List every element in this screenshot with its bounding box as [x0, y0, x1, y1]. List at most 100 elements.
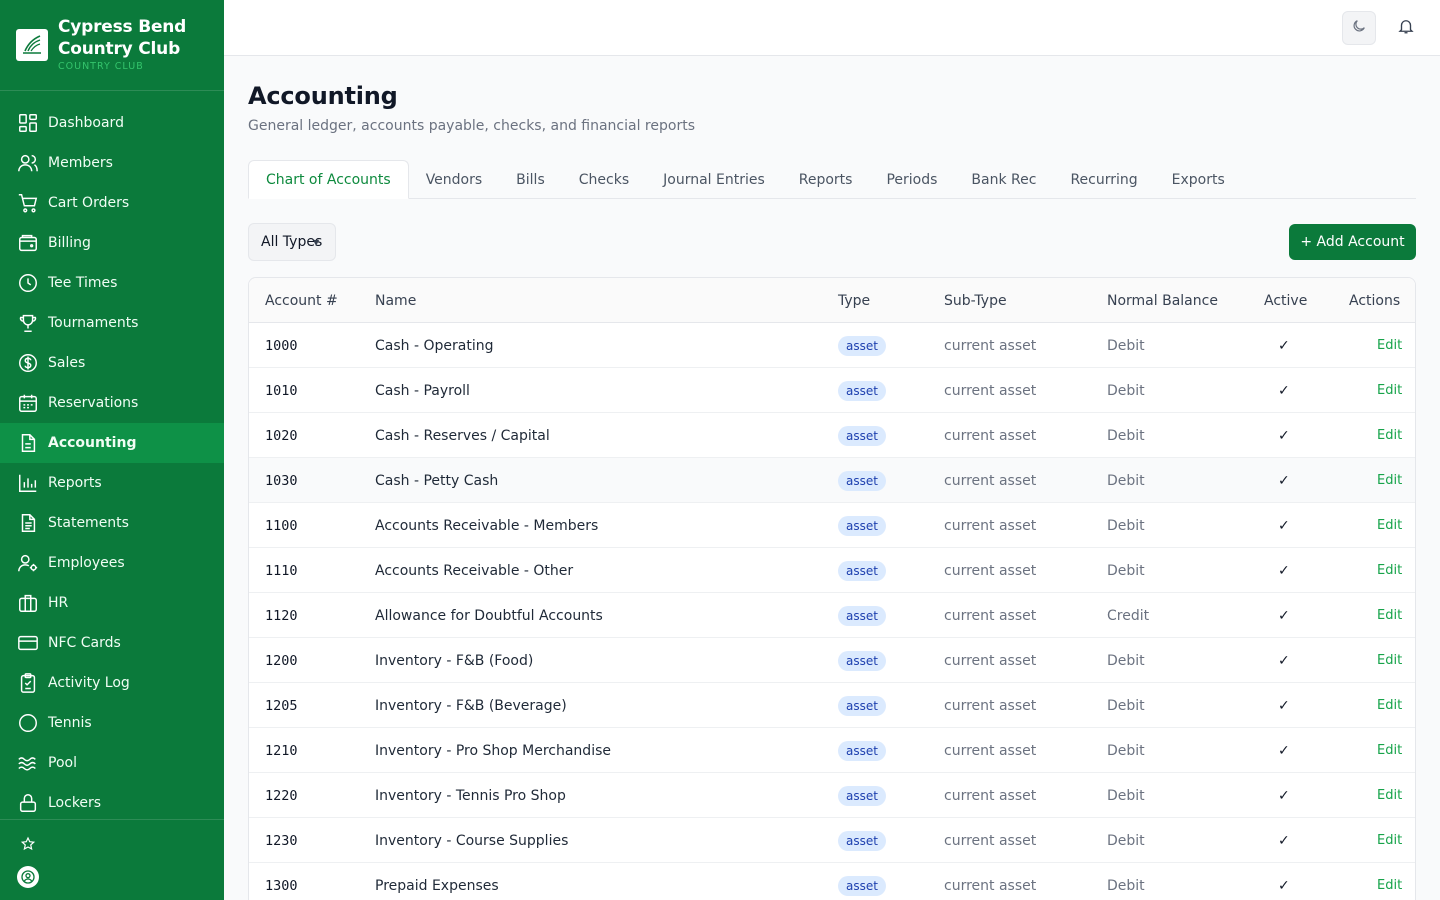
table-row[interactable]: 1120 Allowance for Doubtful Accounts asset…: [249, 593, 1415, 638]
type-filter-select[interactable]: All Types ▼: [248, 223, 336, 261]
sidebar-item-members[interactable]: Members: [0, 143, 224, 183]
account-name: Cash - Petty Cash: [375, 472, 499, 489]
edit-button[interactable]: Edit: [1377, 683, 1402, 728]
normal-balance: Debit: [1107, 427, 1145, 444]
table-row[interactable]: 1230 Inventory - Course Supplies asset curr…: [249, 818, 1415, 863]
table-row[interactable]: 1205 Inventory - F&B (Beverage) asset curre…: [249, 683, 1415, 728]
sidebar-item-tennis[interactable]: Tennis: [0, 703, 224, 743]
column-header-account[interactable]: Account #: [265, 278, 338, 323]
active-check-icon: ✓: [1278, 742, 1290, 759]
edit-button[interactable]: Edit: [1377, 773, 1402, 818]
sidebar-item-tee-times[interactable]: Tee Times: [0, 263, 224, 303]
account-type: asset: [838, 593, 886, 638]
moon-icon: [1351, 18, 1367, 38]
type-badge: asset: [838, 830, 886, 851]
tab-bills[interactable]: Bills: [499, 160, 562, 199]
sidebar-item-nfc-cards[interactable]: NFC Cards: [0, 623, 224, 663]
sidebar-item-cart-orders[interactable]: Cart Orders: [0, 183, 224, 223]
account-subtype: current asset: [944, 607, 1037, 624]
notifications-button[interactable]: [1389, 11, 1423, 45]
sidebar-item-billing[interactable]: Billing: [0, 223, 224, 263]
account-subtype: current asset: [944, 877, 1037, 894]
edit-button[interactable]: Edit: [1377, 863, 1402, 900]
account-number: 1205: [265, 697, 298, 714]
edit-button[interactable]: Edit: [1377, 818, 1402, 863]
sidebar-item-sales[interactable]: Sales: [0, 343, 224, 383]
table-row[interactable]: 1030 Cash - Petty Cash asset current asset D…: [249, 458, 1415, 503]
active-check-icon: ✓: [1278, 562, 1290, 579]
table-row[interactable]: 1220 Inventory - Tennis Pro Shop asset curr…: [249, 773, 1415, 818]
brand[interactable]: Cypress Bend Country Club COUNTRY CLUB: [0, 0, 224, 91]
user-avatar-icon[interactable]: [17, 866, 39, 888]
account-number: 1000: [265, 337, 298, 354]
edit-button[interactable]: Edit: [1377, 323, 1402, 368]
sidebar-item-label: Dashboard: [48, 115, 124, 131]
tab-checks[interactable]: Checks: [562, 160, 646, 199]
column-header-type[interactable]: Type: [838, 278, 870, 323]
star-icon[interactable]: [18, 834, 38, 854]
edit-button[interactable]: Edit: [1377, 548, 1402, 593]
tab-recurring[interactable]: Recurring: [1053, 160, 1154, 199]
account-name: Prepaid Expenses: [375, 877, 499, 894]
tab-reports[interactable]: Reports: [782, 160, 870, 199]
normal-balance: Debit: [1107, 337, 1145, 354]
table-row[interactable]: 1300 Prepaid Expenses asset current asset De…: [249, 863, 1415, 900]
tab-bank-rec[interactable]: Bank Rec: [954, 160, 1053, 199]
tab-vendors[interactable]: Vendors: [409, 160, 499, 199]
tab-chart-of-accounts[interactable]: Chart of Accounts: [248, 160, 409, 199]
account-name: Cash - Operating: [375, 337, 494, 354]
sidebar-item-reservations[interactable]: Reservations: [0, 383, 224, 423]
account-name: Inventory - Course Supplies: [375, 832, 569, 849]
sidebar-item-dashboard[interactable]: Dashboard: [0, 103, 224, 143]
tab-journal-entries[interactable]: Journal Entries: [646, 160, 782, 199]
sidebar-item-pool[interactable]: Pool: [0, 743, 224, 783]
edit-button[interactable]: Edit: [1377, 368, 1402, 413]
column-header-active[interactable]: Active: [1264, 278, 1307, 323]
edit-button[interactable]: Edit: [1377, 638, 1402, 683]
table-row[interactable]: 1200 Inventory - F&B (Food) asset current a…: [249, 638, 1415, 683]
add-account-button[interactable]: + Add Account: [1289, 224, 1416, 260]
type-badge: asset: [838, 560, 886, 581]
trophy-icon: [16, 311, 40, 335]
sidebar-item-tournaments[interactable]: Tournaments: [0, 303, 224, 343]
column-header-name[interactable]: Name: [375, 278, 416, 323]
sidebar-item-activity-log[interactable]: Activity Log: [0, 663, 224, 703]
tab-periods[interactable]: Periods: [869, 160, 954, 199]
table-row[interactable]: 1020 Cash - Reserves / Capital asset curren…: [249, 413, 1415, 458]
normal-balance: Debit: [1107, 697, 1145, 714]
column-header-subtype[interactable]: Sub-Type: [944, 278, 1007, 323]
active-check-icon: ✓: [1278, 832, 1290, 849]
sidebar-item-accounting[interactable]: Accounting: [0, 423, 224, 463]
normal-balance: Credit: [1107, 607, 1150, 624]
account-subtype: current asset: [944, 742, 1037, 759]
edit-button[interactable]: Edit: [1377, 503, 1402, 548]
account-type: asset: [838, 638, 886, 683]
table-row[interactable]: 1110 Accounts Receivable - Other asset curr…: [249, 548, 1415, 593]
sidebar-item-reports[interactable]: Reports: [0, 463, 224, 503]
tab-exports[interactable]: Exports: [1155, 160, 1242, 199]
table-row[interactable]: 1010 Cash - Payroll asset current asset Debi…: [249, 368, 1415, 413]
edit-button[interactable]: Edit: [1377, 413, 1402, 458]
table-row[interactable]: 1000 Cash - Operating asset current asset De…: [249, 323, 1415, 368]
edit-button[interactable]: Edit: [1377, 728, 1402, 773]
theme-toggle-button[interactable]: [1342, 11, 1376, 45]
table-row[interactable]: 1100 Accounts Receivable - Members asset cu…: [249, 503, 1415, 548]
sidebar-item-statements[interactable]: Statements: [0, 503, 224, 543]
active-check-icon: ✓: [1278, 787, 1290, 804]
edit-button[interactable]: Edit: [1377, 458, 1402, 503]
column-header-balance[interactable]: Normal Balance: [1107, 278, 1218, 323]
edit-button[interactable]: Edit: [1377, 593, 1402, 638]
type-badge: asset: [838, 695, 886, 716]
sidebar-item-lockers[interactable]: Lockers: [0, 783, 224, 823]
type-badge: asset: [838, 605, 886, 626]
accounts-table: Account # Name Type Sub-Type Normal Bala…: [248, 277, 1416, 900]
table-row[interactable]: 1210 Inventory - Pro Shop Merchandise asse…: [249, 728, 1415, 773]
tab-bar: Chart of Accounts Vendors Bills Checks J…: [248, 160, 1416, 199]
sidebar-item-hr[interactable]: HR: [0, 583, 224, 623]
type-badge: asset: [838, 470, 886, 491]
account-number: 1020: [265, 427, 298, 444]
wallet-icon: [16, 231, 40, 255]
sidebar-item-employees[interactable]: Employees: [0, 543, 224, 583]
column-header-actions: Actions: [1349, 292, 1401, 309]
account-name: Allowance for Doubtful Accounts: [375, 607, 603, 624]
